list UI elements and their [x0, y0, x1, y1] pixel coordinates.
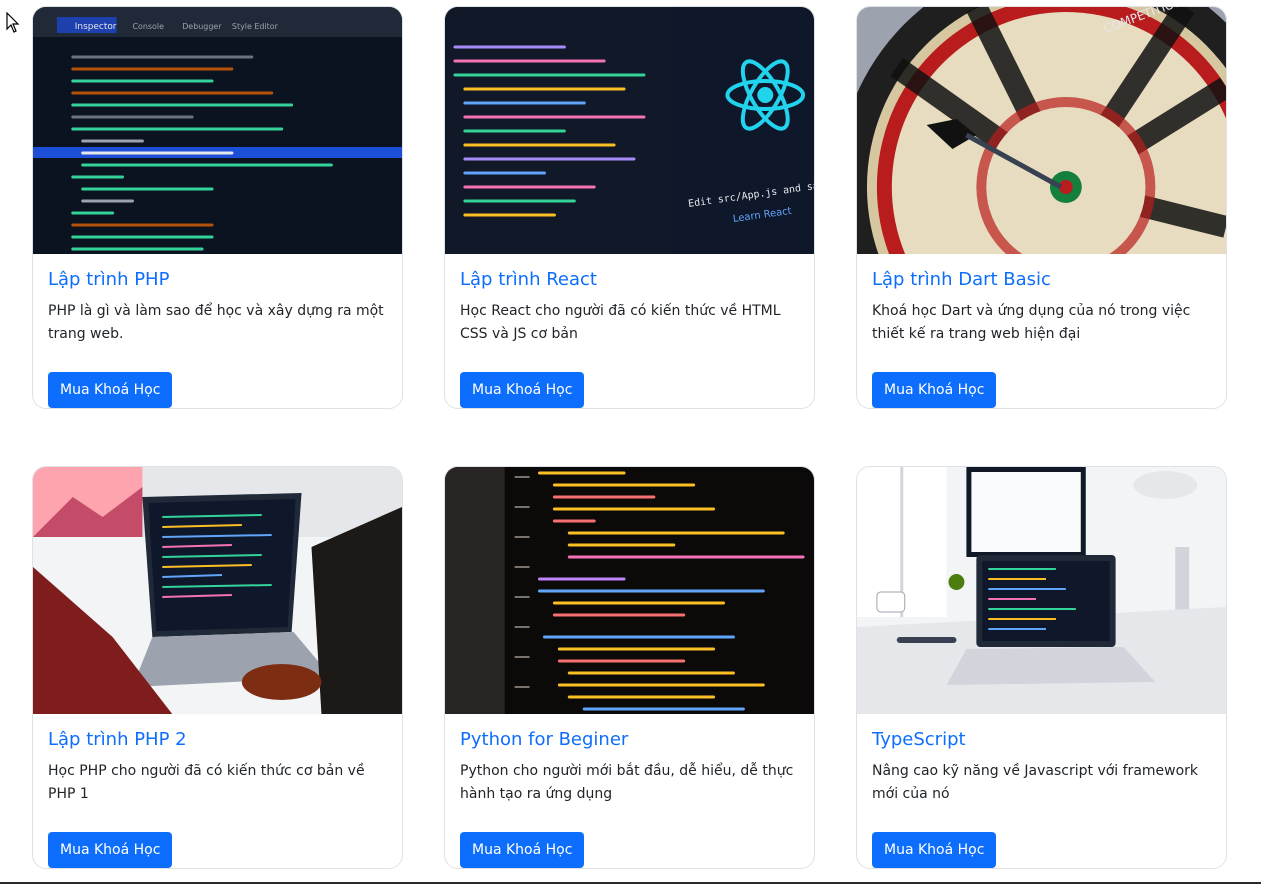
mouse-cursor-icon	[6, 12, 20, 33]
course-description: Khoá học Dart và ứng dụng của nó trong v…	[872, 303, 1191, 342]
course-image-react: Edit src/App.js and save to reload. Lear…	[445, 7, 814, 254]
course-card-body: Lập trình Dart Basic Khoá học Dart và ứn…	[872, 268, 1211, 408]
course-title[interactable]: Lập trình Dart Basic	[872, 268, 1211, 294]
course-title[interactable]: Python for Beginer	[460, 728, 799, 754]
course-card-body: TypeScript Nâng cao kỹ năng về Javascrip…	[872, 728, 1211, 868]
course-card-body: Lập trình PHP PHP là gì và làm sao để họ…	[48, 268, 387, 408]
course-description: Python cho người mới bắt đầu, dễ hiểu, d…	[460, 763, 794, 802]
course-description: PHP là gì và làm sao để học và xây dựng …	[48, 303, 384, 342]
course-image-dart: COMPETITION	[857, 7, 1226, 254]
course-card: Edit src/App.js and save to reload. Lear…	[444, 6, 815, 409]
devtools-tab-label: Console	[132, 22, 164, 31]
course-description: Nâng cao kỹ năng về Javascript với frame…	[872, 763, 1199, 802]
buy-course-button[interactable]: Mua Khoá Học	[48, 372, 173, 408]
devtools-tab-label: Style Editor	[232, 22, 279, 31]
course-image-python	[445, 467, 814, 714]
course-image-typescript	[857, 467, 1226, 714]
course-card: TypeScript Nâng cao kỹ năng về Javascrip…	[856, 466, 1227, 869]
course-card-body: Python for Beginer Python cho người mới …	[460, 728, 799, 868]
course-card: Lập trình PHP 2 Học PHP cho người đã có …	[32, 466, 403, 869]
devtools-tab-label: Debugger	[182, 22, 222, 31]
buy-course-button[interactable]: Mua Khoá Học	[872, 372, 997, 408]
course-card: Python for Beginer Python cho người mới …	[444, 466, 815, 869]
course-image-php2	[33, 467, 402, 714]
course-card-body: Lập trình PHP 2 Học PHP cho người đã có …	[48, 728, 387, 868]
buy-course-button[interactable]: Mua Khoá Học	[460, 372, 585, 408]
course-title[interactable]: TypeScript	[872, 728, 1211, 754]
buy-course-button[interactable]: Mua Khoá Học	[460, 832, 585, 868]
course-description: Học PHP cho người đã có kiến thức cơ bản…	[48, 763, 365, 802]
course-description: Học React cho người đã có kiến thức về H…	[460, 303, 781, 342]
buy-course-button[interactable]: Mua Khoá Học	[48, 832, 173, 868]
course-image-php: Inspector Console Debugger Style Editor	[33, 7, 402, 254]
course-title[interactable]: Lập trình PHP	[48, 268, 387, 294]
course-grid: Inspector Console Debugger Style Editor	[0, 0, 1261, 884]
course-title[interactable]: Lập trình PHP 2	[48, 728, 387, 754]
buy-course-button[interactable]: Mua Khoá Học	[872, 832, 997, 868]
course-card-body: Lập trình React Học React cho người đã c…	[460, 268, 799, 408]
course-title[interactable]: Lập trình React	[460, 268, 799, 294]
course-card: COMPETITION Lập trình Dart Basic Khoá họ…	[856, 6, 1227, 409]
devtools-tab-label: Inspector	[75, 22, 117, 32]
course-card: Inspector Console Debugger Style Editor	[32, 6, 403, 409]
